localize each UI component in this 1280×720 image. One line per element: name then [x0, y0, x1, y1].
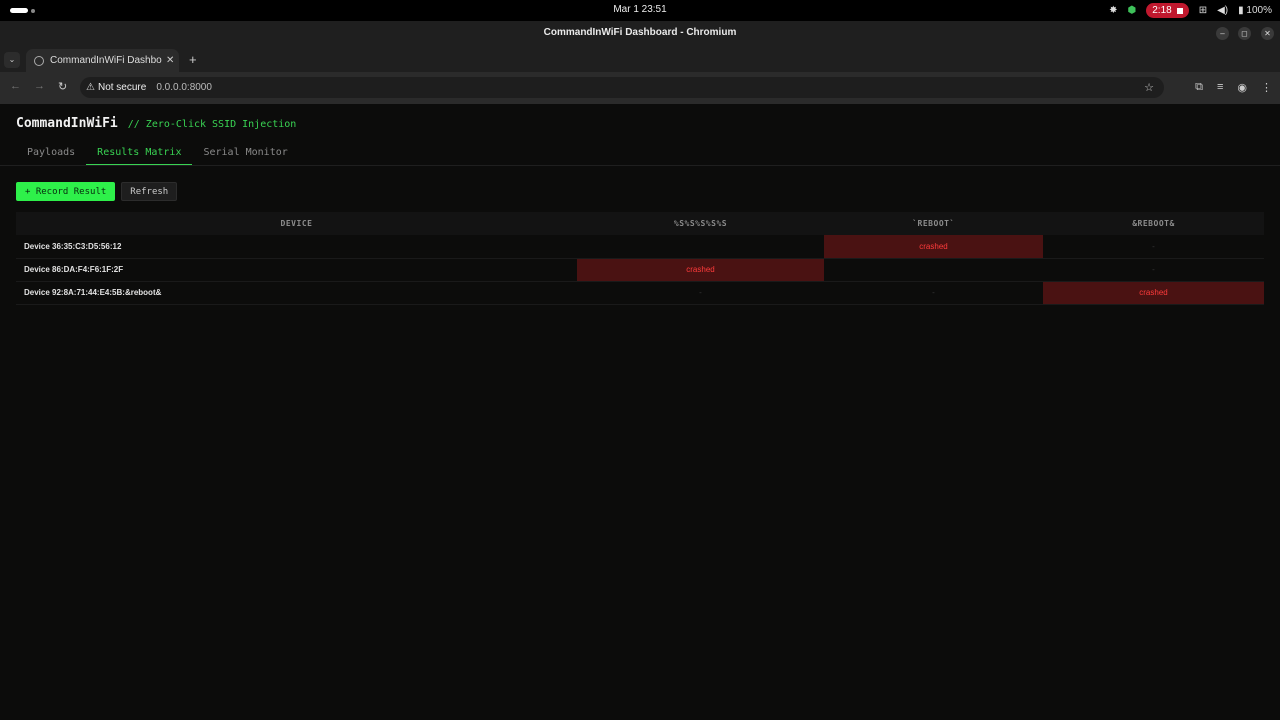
refresh-button[interactable]: Refresh	[121, 182, 178, 201]
volume-icon[interactable]: ◀)	[1217, 5, 1228, 16]
reload-icon[interactable]: ↻	[58, 80, 67, 93]
system-top-bar: Mar 1 23:51 ✸ ⬢ 2:18 ⊞ ◀) ▮ 100%	[0, 0, 1280, 21]
window-titlebar: CommandInWiFi Dashboard - Chromium – ◻ ✕	[0, 21, 1280, 46]
forward-icon[interactable]: →	[34, 80, 45, 92]
page-content: CommandInWiFi // Zero-Click SSID Injecti…	[0, 104, 1280, 720]
column-header-payload: %S%S%S%S%S	[577, 212, 824, 235]
app-subtitle: // Zero-Click SSID Injection	[127, 119, 297, 130]
bookmark-star-icon[interactable]: ☆	[1144, 81, 1154, 94]
device-name-cell: Device 86:DA:F4:F6:1F:2F	[16, 258, 577, 282]
warning-icon[interactable]: ⚠	[86, 82, 95, 93]
record-result-button[interactable]: + Record Result	[16, 182, 116, 201]
browser-toolbar: ← → ↻ ⚠ Not secure 0.0.0.0:8000 ☆ ⧉ ≡ ◉ …	[0, 72, 1280, 104]
tab-payloads[interactable]: Payloads	[16, 142, 86, 166]
close-window-icon[interactable]: ✕	[1261, 27, 1274, 40]
shield-icon[interactable]: ⬢	[1128, 5, 1137, 16]
minimize-icon[interactable]: –	[1216, 27, 1229, 40]
system-tray[interactable]: ✸ ⬢ 2:18 ⊞ ◀) ▮ 100%	[1109, 3, 1272, 18]
menu-icon[interactable]: ⋮	[1261, 81, 1272, 94]
address-bar[interactable]: ⚠ Not secure 0.0.0.0:8000 ☆	[80, 77, 1164, 98]
result-cell[interactable]: -	[1043, 235, 1264, 259]
tab-title: CommandInWiFi Dashbo	[50, 55, 162, 66]
tab-search-icon[interactable]: ⌄	[4, 52, 20, 68]
media-controls-icon[interactable]: ≡	[1217, 81, 1223, 94]
settings-icon[interactable]: ✸	[1109, 5, 1117, 16]
result-cell[interactable]	[577, 235, 824, 259]
new-tab-icon[interactable]: +	[189, 52, 197, 67]
network-icon[interactable]: ⊞	[1199, 5, 1207, 16]
back-icon[interactable]: ←	[10, 80, 21, 92]
column-header-device: DEVICE	[16, 212, 577, 235]
result-cell[interactable]	[824, 258, 1043, 282]
close-tab-icon[interactable]: ✕	[166, 55, 174, 66]
url-text[interactable]: 0.0.0.0:8000	[156, 82, 212, 93]
result-cell[interactable]: crashed	[824, 235, 1043, 259]
table-row: Device 36:35:C3:D5:56:12 crashed -	[16, 235, 1264, 259]
maximize-icon[interactable]: ◻	[1238, 27, 1251, 40]
app-tabs: Payloads Results Matrix Serial Monitor	[16, 142, 1264, 166]
results-matrix: DEVICE %S%S%S%S%S `REBOOT` &REBOOT& Devi…	[16, 212, 1264, 305]
extensions-icon[interactable]: ⧉	[1195, 81, 1203, 94]
device-name-cell: Device 92:8A:71:44:E4:5B:&reboot&	[16, 281, 577, 305]
result-cell[interactable]: -	[824, 281, 1043, 305]
matrix-header-row: DEVICE %S%S%S%S%S `REBOOT` &REBOOT&	[16, 212, 1264, 235]
result-cell[interactable]: -	[1043, 258, 1264, 282]
toolbar-actions: ⧉ ≡ ◉ ⋮	[1195, 81, 1272, 94]
matrix-actions: + Record Result Refresh	[16, 182, 178, 201]
screen-recording-indicator[interactable]: 2:18	[1146, 3, 1189, 18]
battery-percent: 100%	[1246, 5, 1272, 16]
system-clock[interactable]: Mar 1 23:51	[0, 4, 1280, 15]
profile-icon[interactable]: ◉	[1237, 81, 1247, 94]
result-cell[interactable]: crashed	[1043, 281, 1264, 305]
globe-icon	[34, 55, 44, 66]
stop-icon	[1176, 7, 1183, 14]
device-name-cell: Device 36:35:C3:D5:56:12	[16, 235, 577, 259]
tab-results-matrix[interactable]: Results Matrix	[86, 142, 193, 166]
column-header-payload: `REBOOT`	[824, 212, 1043, 235]
result-cell[interactable]: crashed	[577, 258, 824, 282]
window-title: CommandInWiFi Dashboard - Chromium	[543, 27, 737, 38]
tab-strip: ⌄ CommandInWiFi Dashbo ✕ +	[0, 46, 1280, 72]
battery-status[interactable]: ▮ 100%	[1238, 5, 1272, 16]
app-brand: CommandInWiFi	[16, 116, 118, 131]
table-row: Device 92:8A:71:44:E4:5B:&reboot& - - cr…	[16, 281, 1264, 305]
app-header: CommandInWiFi // Zero-Click SSID Injecti…	[16, 116, 296, 131]
table-row: Device 86:DA:F4:F6:1F:2F crashed -	[16, 258, 1264, 282]
browser-tab[interactable]: CommandInWiFi Dashbo ✕	[26, 49, 179, 72]
column-header-payload: &REBOOT&	[1043, 212, 1264, 235]
security-label[interactable]: Not secure	[98, 82, 146, 93]
tabs-divider	[0, 165, 1280, 166]
result-cell[interactable]: -	[577, 281, 824, 305]
recording-time: 2:18	[1152, 5, 1172, 16]
tab-serial-monitor[interactable]: Serial Monitor	[192, 142, 298, 166]
